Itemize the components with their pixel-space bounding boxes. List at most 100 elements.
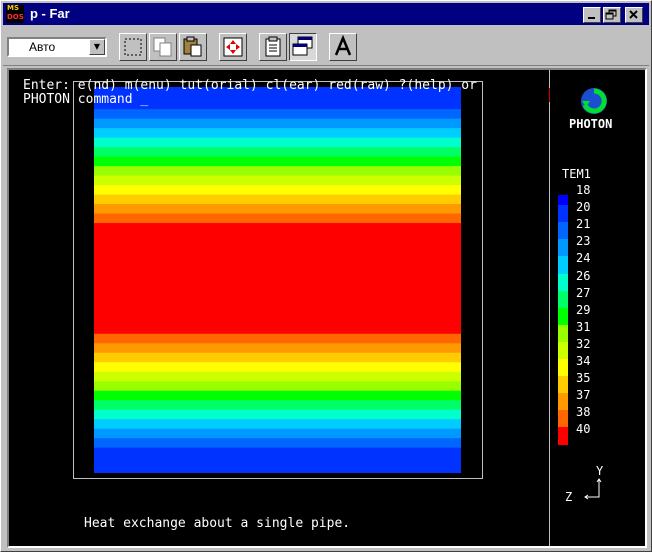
photon-logo-icon: [581, 88, 607, 114]
dos-console-window: MS DOS p - Far Авто ▼ Enter: e(nd) m(enu…: [0, 0, 652, 552]
contour-band: [94, 166, 461, 177]
legend-value: 37: [576, 388, 591, 403]
minimize-button[interactable]: [583, 7, 601, 23]
font-size-value: Авто: [29, 40, 56, 54]
icon-dos-text: DOS: [7, 13, 24, 21]
contour-band: [94, 409, 461, 420]
font-size-select[interactable]: Авто ▼: [7, 37, 107, 57]
contour-band: [94, 362, 461, 373]
contour-band: [94, 204, 461, 215]
legend-value: 35: [576, 371, 591, 386]
legend-swatch: [558, 222, 568, 240]
contour-band: [94, 213, 461, 224]
legend-value: 18: [576, 183, 591, 197]
legend-swatch: [558, 239, 568, 257]
title-bar[interactable]: MS DOS p - Far: [3, 3, 649, 25]
paste-icon: [183, 36, 202, 57]
mark-icon: [124, 38, 142, 56]
contour-band: [94, 223, 461, 335]
properties-button[interactable]: [259, 33, 287, 61]
contour-band: [94, 185, 461, 196]
legend-swatch: [558, 341, 568, 360]
legend-swatch: [558, 393, 568, 411]
properties-icon: [265, 36, 281, 57]
font-button[interactable]: [329, 33, 357, 61]
contour-band: [94, 447, 461, 473]
legend-swatch: [558, 324, 568, 343]
legend-value: 31: [576, 319, 591, 334]
contour-band: [94, 333, 461, 344]
contour-band: [94, 371, 461, 382]
photon-logo-text: PHOTON: [569, 117, 613, 131]
restore-button[interactable]: [603, 7, 621, 23]
legend-value: 27: [576, 285, 591, 300]
prompt-command: command _: [77, 92, 149, 107]
temperature-contour-plot: [94, 87, 461, 473]
panel-marker: [549, 88, 550, 102]
contour-band: [94, 390, 461, 401]
console-screen[interactable]: Enter: e(nd) m(enu) tut(orial) cl(ear) r…: [7, 68, 647, 548]
contour-bands: [94, 87, 461, 473]
background-icon: [292, 36, 313, 56]
contour-band: [94, 343, 461, 354]
legend-value: 38: [576, 405, 591, 420]
legend-value: 32: [576, 336, 591, 351]
font-icon: [334, 34, 352, 56]
contour-band: [94, 428, 461, 439]
axis-y-label: Y: [596, 464, 604, 478]
plot-caption: Heat exchange about a single pipe.: [84, 516, 351, 531]
prompt-line-2: PHOTON command _: [23, 93, 148, 107]
legend-swatch: [558, 427, 568, 445]
legend-value: 34: [576, 354, 591, 368]
legend-title: TEM1: [562, 167, 591, 181]
legend-value: 21: [576, 217, 591, 232]
legend-value: 24: [576, 251, 591, 266]
contour-band: [94, 400, 461, 411]
legend-value: 29: [576, 302, 591, 317]
restore-icon: [605, 9, 617, 20]
close-button[interactable]: [625, 7, 643, 23]
contour-band: [94, 419, 461, 430]
contour-band: [94, 118, 461, 129]
window-title: p - Far: [30, 6, 70, 21]
axes-triad-icon: Y Z: [565, 464, 604, 504]
chevron-down-icon[interactable]: ▼: [89, 39, 105, 55]
legend-swatch: [558, 195, 568, 206]
legend-value: 23: [576, 234, 591, 249]
icon-ms-text: MS: [7, 4, 20, 12]
toolbar: Авто ▼: [3, 27, 649, 66]
paste-button[interactable]: [179, 33, 207, 61]
legend-swatch: [558, 205, 568, 223]
contour-band: [94, 137, 461, 148]
copy-icon: [153, 37, 172, 57]
legend-swatch: [558, 256, 568, 274]
background-button[interactable]: [289, 33, 317, 61]
copy-button[interactable]: [149, 33, 177, 61]
legend-value: 20: [576, 200, 591, 215]
legend-swatch: [558, 410, 568, 428]
legend-swatch: [558, 376, 568, 394]
legend-swatch: [558, 290, 568, 309]
fullscreen-button[interactable]: [219, 33, 247, 61]
color-legend: 18 20 21 23 24 26 27 29 31 32 34 35 37 38 40: [549, 183, 645, 445]
legend-swatch: [558, 359, 568, 377]
close-icon: [629, 10, 638, 19]
legend-swatch: [558, 307, 568, 326]
contour-band: [94, 109, 461, 120]
contour-band: [94, 438, 461, 449]
mark-button[interactable]: [119, 33, 147, 61]
contour-band: [94, 156, 461, 167]
legend-value: 40: [576, 422, 591, 437]
prompt-photon-label: PHOTON: [23, 92, 70, 107]
msdos-icon[interactable]: MS DOS: [6, 5, 24, 23]
fullscreen-icon: [223, 37, 243, 57]
contour-band: [94, 352, 461, 363]
axis-z-label: Z: [565, 490, 572, 504]
minimize-icon: [588, 17, 595, 19]
legend-value: 26: [576, 268, 591, 283]
contour-band: [94, 147, 461, 158]
contour-band: [94, 381, 461, 392]
contour-band: [94, 175, 461, 186]
legend-swatch: [558, 273, 568, 292]
contour-band: [94, 128, 461, 139]
